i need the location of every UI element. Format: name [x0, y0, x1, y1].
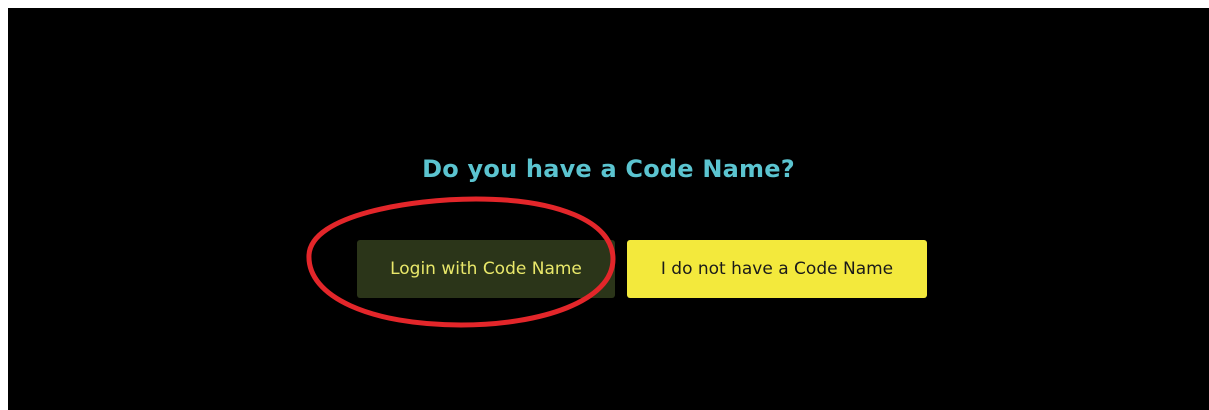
code-name-screen: Do you have a Code Name? Login with Code… — [8, 8, 1209, 410]
login-with-code-name-button[interactable]: Login with Code Name — [357, 240, 615, 298]
no-code-name-button[interactable]: I do not have a Code Name — [627, 240, 927, 298]
code-name-question: Do you have a Code Name? — [422, 155, 795, 183]
